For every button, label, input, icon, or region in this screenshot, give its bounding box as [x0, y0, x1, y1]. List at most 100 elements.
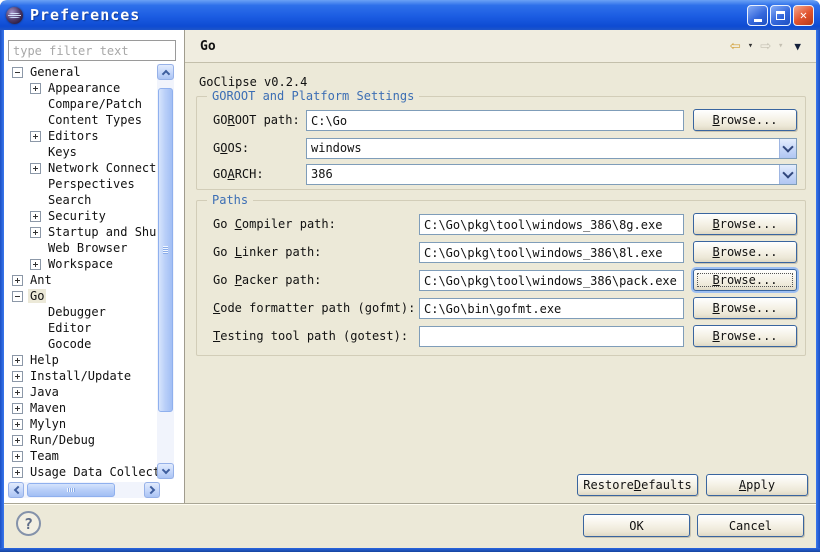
footer-separator	[4, 503, 816, 505]
restore-defaults-button[interactable]: Restore Defaults	[577, 474, 698, 496]
collapse-icon[interactable]	[12, 291, 23, 302]
go-packer-path-field[interactable]	[419, 270, 684, 291]
vertical-scroll-thumb[interactable]	[158, 88, 173, 412]
minimize-button[interactable]	[747, 5, 768, 26]
tree-item-network-connections[interactable]: Network Connect	[8, 160, 157, 176]
maximize-button[interactable]	[770, 5, 791, 26]
window-title: Preferences	[30, 6, 140, 24]
tree-item-mylyn[interactable]: Mylyn	[8, 416, 157, 432]
expand-icon[interactable]	[12, 403, 23, 414]
close-icon: ✕	[800, 9, 807, 21]
goroot-path-field[interactable]	[306, 110, 684, 131]
minimize-icon	[754, 19, 762, 22]
testing-tool-path-field[interactable]	[419, 326, 684, 347]
tree-item-java[interactable]: Java	[8, 384, 157, 400]
chevron-down-icon[interactable]	[779, 165, 796, 184]
goroot-settings-group: GOROOT and Platform Settings GOROOT path…	[196, 96, 806, 190]
expand-icon[interactable]	[12, 371, 23, 382]
expand-icon[interactable]	[12, 387, 23, 398]
scroll-up-button[interactable]	[157, 64, 174, 80]
tree-item-editors[interactable]: Editors	[8, 128, 157, 144]
go-compiler-path-field[interactable]	[419, 214, 684, 235]
tree-item-workspace[interactable]: Workspace	[8, 256, 157, 272]
tree-item-usage-data-collector[interactable]: Usage Data Collect	[8, 464, 157, 480]
tree-vertical-scrollbar[interactable]	[157, 64, 174, 479]
collapse-icon[interactable]	[12, 67, 23, 78]
tree-item-install-update[interactable]: Install/Update	[8, 368, 157, 384]
code-formatter-browse-button[interactable]: Browse...	[693, 297, 797, 319]
tree-item-ant[interactable]: Ant	[8, 272, 157, 288]
tree-item-general[interactable]: General	[8, 64, 157, 80]
title-bar: Preferences ✕	[0, 0, 820, 30]
selected-tree-item: Go	[28, 289, 46, 303]
expand-icon[interactable]	[30, 227, 41, 238]
help-button[interactable]: ?	[16, 511, 41, 536]
chevron-down-icon[interactable]	[779, 139, 796, 158]
go-compiler-browse-button[interactable]: Browse...	[693, 213, 797, 235]
page-header: Go ⇦ ▾ ⇨ ▾ ▼	[185, 30, 816, 63]
expand-icon[interactable]	[30, 163, 41, 174]
expand-icon[interactable]	[12, 435, 23, 446]
tree-item-debugger[interactable]: Debugger	[8, 304, 157, 320]
testing-tool-path-label: Testing tool path (gotest):	[213, 329, 408, 343]
tree-horizontal-scrollbar[interactable]	[8, 482, 160, 498]
expand-icon[interactable]	[12, 275, 23, 286]
tree-item-search[interactable]: Search	[8, 192, 157, 208]
tree-item-go[interactable]: Go	[8, 288, 157, 304]
filter-input[interactable]	[8, 40, 176, 61]
expand-icon[interactable]	[30, 83, 41, 94]
tree-item-editor[interactable]: Editor	[8, 320, 157, 336]
tree-item-perspectives[interactable]: Perspectives	[8, 176, 157, 192]
tree-item-compare-patch[interactable]: Compare/Patch	[8, 96, 157, 112]
go-linker-browse-button[interactable]: Browse...	[693, 241, 797, 263]
apply-button[interactable]: Apply	[706, 474, 808, 496]
tree-item-content-types[interactable]: Content Types	[8, 112, 157, 128]
expand-icon[interactable]	[12, 419, 23, 430]
tree-item-appearance[interactable]: Appearance	[8, 80, 157, 96]
goroot-browse-button[interactable]: Browse...	[693, 109, 797, 131]
scroll-right-button[interactable]	[144, 482, 160, 498]
horizontal-scroll-thumb[interactable]	[27, 483, 115, 497]
tree-item-team[interactable]: Team	[8, 448, 157, 464]
expand-icon[interactable]	[12, 355, 23, 366]
tree-item-run-debug[interactable]: Run/Debug	[8, 432, 157, 448]
goarch-label: GOARCH:	[213, 167, 264, 181]
code-formatter-path-field[interactable]	[419, 298, 684, 319]
group-title: Paths	[207, 193, 253, 207]
cancel-button[interactable]: Cancel	[697, 514, 804, 537]
forward-history-caret-icon: ▾	[778, 41, 783, 51]
tree-item-web-browser[interactable]: Web Browser	[8, 240, 157, 256]
expand-icon[interactable]	[30, 259, 41, 270]
goarch-selected-value: 386	[311, 167, 333, 181]
tree-item-maven[interactable]: Maven	[8, 400, 157, 416]
goarch-select[interactable]: 386	[306, 164, 797, 185]
expand-icon[interactable]	[12, 451, 23, 462]
paths-group: Paths Go Compiler path: Browse... Go Lin…	[196, 200, 806, 356]
expand-icon[interactable]	[12, 467, 23, 478]
window-border-right	[816, 0, 820, 552]
go-linker-path-label: Go Linker path:	[213, 245, 321, 259]
tree-item-gocode[interactable]: Gocode	[8, 336, 157, 352]
back-arrow-icon[interactable]: ⇦	[730, 37, 741, 55]
group-title: GOROOT and Platform Settings	[207, 89, 419, 103]
plugin-version: GoClipse v0.2.4	[199, 75, 307, 89]
close-button[interactable]: ✕	[793, 5, 814, 26]
tree-item-help[interactable]: Help	[8, 352, 157, 368]
scroll-left-button[interactable]	[8, 482, 24, 498]
ok-button[interactable]: OK	[583, 514, 690, 537]
eclipse-logo-icon	[6, 7, 23, 24]
scroll-down-button[interactable]	[157, 463, 174, 479]
expand-icon[interactable]	[30, 131, 41, 142]
code-formatter-path-label: Code formatter path (gofmt):	[213, 301, 415, 315]
view-menu-icon[interactable]: ▼	[794, 40, 801, 53]
back-history-caret-icon[interactable]: ▾	[748, 41, 753, 51]
expand-icon[interactable]	[30, 211, 41, 222]
tree-item-security[interactable]: Security	[8, 208, 157, 224]
goos-select[interactable]: windows	[306, 138, 797, 159]
go-linker-path-field[interactable]	[419, 242, 684, 263]
go-compiler-path-label: Go Compiler path:	[213, 217, 336, 231]
go-packer-browse-button[interactable]: Browse...	[693, 269, 797, 291]
testing-tool-browse-button[interactable]: Browse...	[693, 325, 797, 347]
tree-item-keys[interactable]: Keys	[8, 144, 157, 160]
tree-item-startup-and-shutdown[interactable]: Startup and Shu	[8, 224, 157, 240]
